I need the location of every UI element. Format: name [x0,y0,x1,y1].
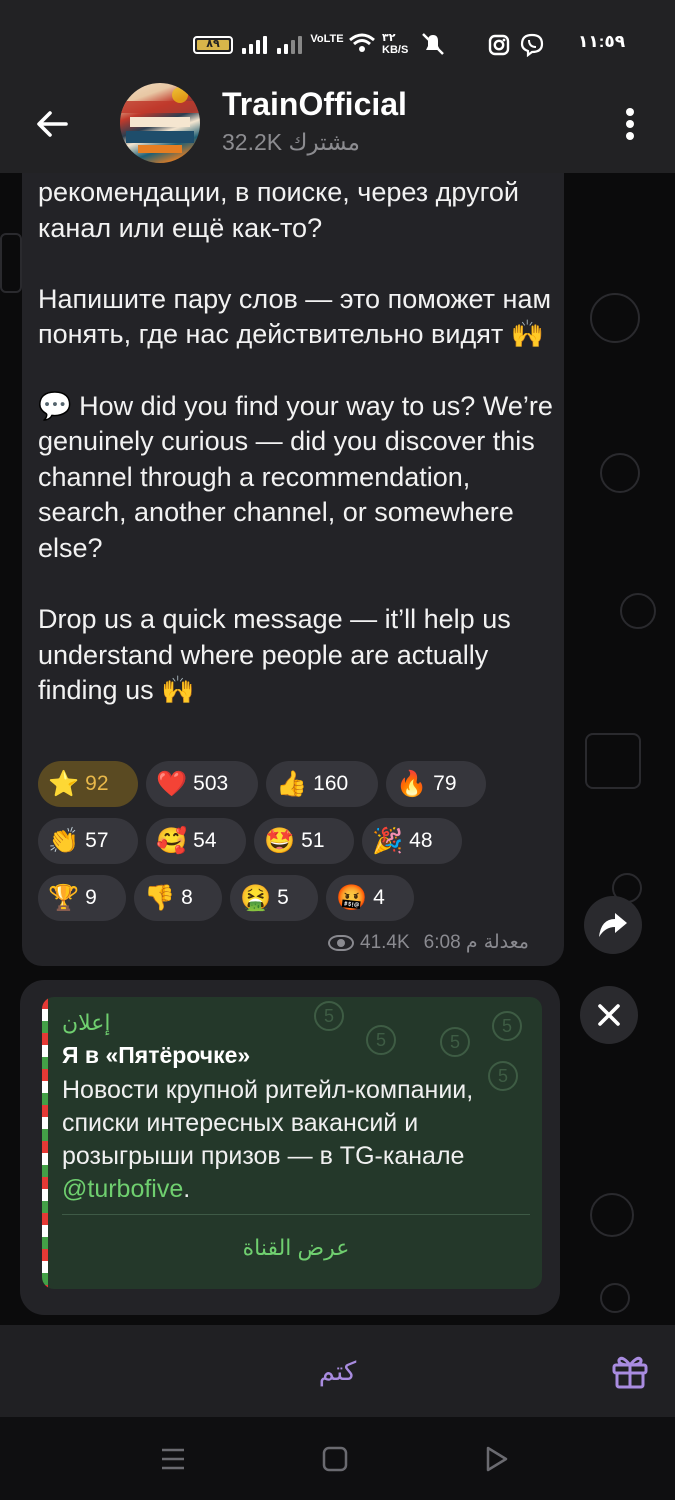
reaction-row: 👏 57 🥰 54 🤩 51 🎉 48 [38,818,558,864]
ad-stripe [42,997,48,1289]
coin-icon: 5 [492,1011,522,1041]
star-struck-icon: 🤩 [264,826,296,855]
reaction-party[interactable]: 🎉 48 [362,818,462,864]
triangle-back-icon [486,1446,508,1472]
coin-icon: 5 [314,1001,344,1031]
view-count: 41.4K [360,931,410,953]
subscriber-count: 32.2K مشترك [222,129,360,155]
reaction-star[interactable]: ⭐ 92 [38,761,138,807]
viber-icon [520,33,544,57]
thumbs-up-icon: 👍 [276,769,308,798]
reaction-fire[interactable]: 🔥 79 [386,761,486,807]
reaction-trophy[interactable]: 🏆 9 [38,875,126,921]
reaction-count: 92 [85,772,109,795]
reaction-row: ⭐ 92 ❤️ 503 👍 160 🔥 79 [38,761,558,807]
reaction-count: 48 [409,829,433,852]
network-speed: ٣٢ KB/S [382,32,409,56]
signal-icon [242,36,268,54]
signal-icon-2 [277,36,303,54]
reaction-heart[interactable]: ❤️ 503 [146,761,258,807]
gift-icon [612,1356,648,1389]
battery-level: ٨٩ [206,38,220,50]
close-icon [598,1004,620,1026]
coin-icon: 5 [440,1027,470,1057]
ad-label: إعلان [62,1010,111,1035]
back-button[interactable] [30,102,74,146]
instagram-icon [488,34,510,56]
status-bar: ٨٩ VoLTE ٣٢ KB/S ١١:٥٩ [0,0,675,80]
channel-title[interactable]: TrainOfficial [222,86,407,123]
system-nav-bar [0,1417,675,1500]
close-ad-button[interactable] [580,986,638,1044]
trophy-icon: 🏆 [48,883,80,912]
mute-bell-icon [420,32,446,56]
divider [62,1214,530,1215]
menu-lines-icon [162,1448,184,1470]
home-square-icon [322,1446,348,1472]
reaction-count: 79 [433,772,457,795]
forward-arrow-icon [599,913,627,937]
view-channel-button[interactable]: عرض القناة [62,1222,530,1274]
reaction-cursing[interactable]: 🤬 4 [326,875,414,921]
heart-icon: ❤️ [156,769,188,798]
ad-body-end: . [183,1175,191,1203]
message-text: рекомендации, в поиске, через другой кан… [38,175,558,709]
wifi-icon [348,32,376,54]
back-nav-button[interactable] [482,1444,512,1474]
clock: ١١:٥٩ [578,32,626,51]
reaction-count: 51 [301,829,325,852]
reaction-count: 8 [181,886,193,909]
message-paragraph: 💬 How did you find your way to us? We’re… [38,390,553,563]
reaction-smiling-hearts[interactable]: 🥰 54 [146,818,246,864]
volte-icon: VoLTE [310,33,344,45]
bottom-bar: كتم [0,1325,675,1417]
reaction-count: 54 [193,829,217,852]
ad-title: Я в «Пятёрочке» [62,1042,251,1068]
reaction-count: 57 [85,829,109,852]
recent-apps-button[interactable] [158,1444,188,1474]
ad-body: Новости крупной ритейл-компании, списки … [62,1076,474,1170]
home-button[interactable] [320,1444,350,1474]
chat-header: TrainOfficial 32.2K مشترك [0,80,675,173]
cursing-face-icon: 🤬 [336,883,368,912]
edited-label: معدلة [483,932,529,953]
battery-icon: ٨٩ [193,36,233,54]
more-menu-button[interactable] [614,104,646,144]
ad-text: Новости крупной ритейл-компании, списки … [62,1074,532,1206]
reaction-star-struck[interactable]: 🤩 51 [254,818,354,864]
message-paragraph: Напишите пару слов — это поможет нам пон… [38,283,552,350]
reactions: ⭐ 92 ❤️ 503 👍 160 🔥 79 👏 57 🥰 54 🤩 51 🎉 48 🏆 9 👎 8… [38,761,558,932]
fire-icon: 🔥 [396,769,428,798]
message-paragraph: Drop us a quick message — it’ll help us … [38,604,511,706]
reaction-clap[interactable]: 👏 57 [38,818,138,864]
reaction-vomit[interactable]: 🤮 5 [230,875,318,921]
thumbs-down-icon: 👎 [144,883,176,912]
smiling-hearts-icon: 🥰 [156,826,188,855]
channel-avatar[interactable] [120,83,200,163]
party-popper-icon: 🎉 [372,826,404,855]
reaction-thumbs-up[interactable]: 👍 160 [266,761,378,807]
coin-icon: 5 [366,1025,396,1055]
reaction-count: 160 [313,772,349,795]
message-meta: 41.4K م 6:08 معدلة [328,931,529,954]
mute-button[interactable]: كتم [0,1325,675,1417]
message-paragraph: рекомендации, в поиске, через другой кан… [38,177,519,243]
reaction-row: 🏆 9 👎 8 🤮 5 🤬 4 [38,875,558,921]
clap-icon: 👏 [48,826,80,855]
arrow-left-icon [37,111,68,137]
forward-button[interactable] [584,896,642,954]
reaction-count: 5 [277,886,289,909]
gift-button[interactable] [610,1351,650,1391]
reaction-thumbs-down[interactable]: 👎 8 [134,875,222,921]
reaction-count: 9 [85,886,97,909]
reaction-count: 503 [193,772,229,795]
vomit-face-icon: 🤮 [240,883,272,912]
eye-icon [328,934,354,951]
star-icon: ⭐ [48,769,80,798]
message-time: م 6:08 [423,932,478,953]
reaction-count: 4 [373,886,385,909]
ad-link[interactable]: @turbofive [62,1175,183,1203]
